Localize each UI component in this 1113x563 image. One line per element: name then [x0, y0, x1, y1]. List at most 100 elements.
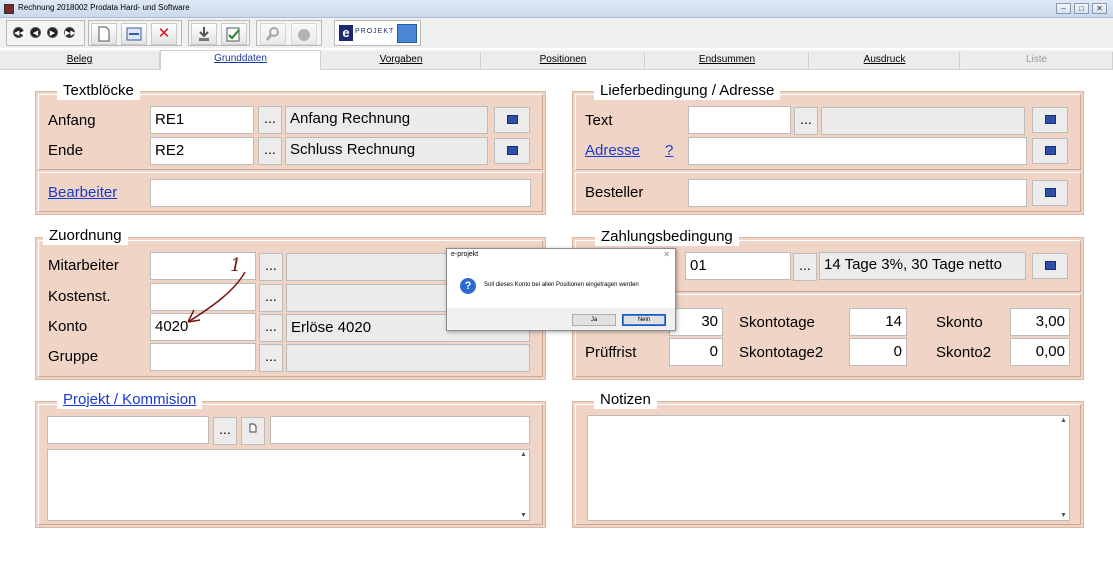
- besteller-input[interactable]: [688, 179, 1027, 207]
- bearbeiter-input[interactable]: [150, 179, 531, 207]
- tab-endsummen[interactable]: Endsummen: [646, 52, 809, 69]
- scroll-down-icon[interactable]: ▼: [1060, 512, 1067, 519]
- notizen-textarea[interactable]: ▲ ▼: [587, 415, 1070, 521]
- close-window-button[interactable]: ✕: [1092, 3, 1107, 14]
- projekt-text-field[interactable]: [270, 416, 530, 444]
- projekt-new-button[interactable]: [241, 417, 265, 445]
- notizen-panel: ▲ ▼: [572, 401, 1084, 528]
- dialog-no-button[interactable]: Nein: [622, 314, 666, 326]
- mitarbeiter-lookup-button[interactable]: ...: [259, 253, 283, 281]
- adresse-link[interactable]: Adresse: [585, 142, 640, 160]
- liefer-text-desc: [821, 107, 1025, 135]
- eprojekt-button[interactable]: e PROJEKT: [334, 20, 421, 46]
- dialog-close-icon[interactable]: ✕: [663, 250, 670, 259]
- projekt-lookup-button[interactable]: ...: [213, 417, 237, 445]
- tab-positionen[interactable]: Positionen: [482, 52, 645, 69]
- tab-beleg[interactable]: Beleg: [0, 52, 160, 69]
- liefer-text-input[interactable]: [688, 106, 791, 134]
- bearbeiter-link[interactable]: Bearbeiter: [48, 184, 117, 202]
- anfang-code-input[interactable]: RE1: [150, 106, 254, 134]
- projekt-notes-textarea[interactable]: ▲ ▼: [47, 449, 530, 521]
- toolbar-action-group: [188, 20, 250, 46]
- projekt-title-link[interactable]: Projekt / Kommision: [57, 391, 203, 409]
- tab-ausdruck[interactable]: Ausdruck: [810, 52, 960, 69]
- konto-lookup-button[interactable]: ...: [259, 314, 283, 342]
- apple-button[interactable]: [291, 23, 317, 45]
- adresse-edit-button[interactable]: [1032, 138, 1068, 164]
- skonto2-input[interactable]: 0,00: [1010, 338, 1070, 366]
- skontotage2-input[interactable]: 0: [849, 338, 907, 366]
- tab-liste: Liste: [961, 52, 1113, 69]
- anfang-label: Anfang: [48, 112, 96, 129]
- gruppe-input[interactable]: [150, 343, 256, 371]
- kostenst-lookup-button[interactable]: ...: [259, 284, 283, 312]
- zuordnung-title: Zuordnung: [43, 227, 128, 245]
- liefer-title: Lieferbedingung / Adresse: [594, 82, 781, 100]
- scroll-down-icon[interactable]: ▼: [520, 512, 527, 519]
- zahlung-text-field: 14 Tage 3%, 30 Tage netto: [819, 252, 1026, 280]
- anfang-edit-button[interactable]: [494, 107, 530, 133]
- edit-icon: [1045, 188, 1056, 197]
- ende-lookup-button[interactable]: ...: [258, 137, 282, 165]
- new-document-button[interactable]: [91, 23, 117, 45]
- projekt-notes-scrollbar[interactable]: ▲ ▼: [519, 450, 529, 520]
- apple-icon: [298, 29, 310, 41]
- ende-edit-button[interactable]: [494, 138, 530, 164]
- edit-icon: [1045, 261, 1056, 270]
- notizen-scrollbar[interactable]: ▲ ▼: [1059, 416, 1069, 520]
- delete-button[interactable]: ✕: [151, 23, 177, 45]
- konto-label: Konto: [48, 318, 88, 335]
- zahlung-title: Zahlungsbedingung: [595, 228, 739, 246]
- search-button[interactable]: [260, 23, 286, 45]
- zahlung-lookup-button[interactable]: ...: [793, 253, 817, 281]
- import-button[interactable]: [191, 23, 217, 45]
- skontotage-input[interactable]: 14: [849, 308, 907, 336]
- adresse-input[interactable]: [688, 137, 1027, 165]
- skonto-label: Skonto: [936, 314, 983, 331]
- minimize-button[interactable]: –: [1056, 3, 1071, 14]
- edit-icon: [507, 115, 518, 124]
- annotation-arrow-one: [187, 271, 246, 323]
- edit-icon: [1045, 146, 1056, 155]
- check-button[interactable]: [221, 23, 247, 45]
- dialog-footer: Ja Nein: [447, 308, 675, 330]
- zahlungsziel-input[interactable]: 30: [669, 308, 723, 336]
- ende-label: Ende: [48, 142, 84, 159]
- edit-icon: [507, 146, 518, 155]
- next-record-icon[interactable]: ▶: [47, 27, 58, 38]
- scroll-up-icon[interactable]: ▲: [1060, 417, 1067, 424]
- toolbar: ◀◀ ◀ ▶ ▶▶ ✕ e PROJEKT: [0, 18, 1113, 48]
- ende-code-input[interactable]: RE2: [150, 137, 254, 165]
- edit-form-button[interactable]: [121, 23, 147, 45]
- import-icon: [199, 27, 209, 41]
- checkmark-icon: [226, 27, 240, 42]
- adresse-help-link[interactable]: ?: [665, 142, 673, 160]
- besteller-edit-button[interactable]: [1032, 180, 1068, 206]
- dialog-message: Soll dieses Konto bei allen Positionen e…: [484, 282, 639, 288]
- text-label: Text: [585, 112, 613, 129]
- gruppe-lookup-button[interactable]: ...: [259, 344, 283, 372]
- textbloecke-title: Textblöcke: [57, 82, 140, 100]
- tab-grunddaten[interactable]: Grunddaten: [160, 50, 321, 70]
- liefer-panel: Text ... Adresse ? Besteller: [572, 91, 1084, 215]
- zahlung-code-input[interactable]: 01: [685, 252, 791, 280]
- app-icon: [4, 4, 14, 14]
- maximize-button[interactable]: □: [1074, 3, 1089, 14]
- dialog-yes-button[interactable]: Ja: [572, 314, 616, 326]
- first-record-icon[interactable]: ◀◀: [13, 27, 25, 38]
- projekt-input[interactable]: [47, 416, 209, 444]
- anfang-lookup-button[interactable]: ...: [258, 106, 282, 134]
- scroll-up-icon[interactable]: ▲: [520, 451, 527, 458]
- pruefrist-input[interactable]: 0: [669, 338, 723, 366]
- kostenst-label: Kostenst.: [48, 288, 111, 305]
- besteller-label: Besteller: [585, 184, 644, 201]
- anfang-text-field: Anfang Rechnung: [285, 106, 488, 134]
- skonto-input[interactable]: 3,00: [1010, 308, 1070, 336]
- previous-record-icon[interactable]: ◀: [30, 27, 41, 38]
- liefer-text-lookup-button[interactable]: ...: [794, 107, 818, 135]
- skonto2-label: Skonto2: [936, 344, 992, 361]
- last-record-icon[interactable]: ▶▶: [64, 27, 76, 38]
- liefer-text-edit-button[interactable]: [1032, 107, 1068, 133]
- tab-vorgaben[interactable]: Vorgaben: [322, 52, 481, 69]
- zahlung-edit-button[interactable]: [1032, 253, 1068, 279]
